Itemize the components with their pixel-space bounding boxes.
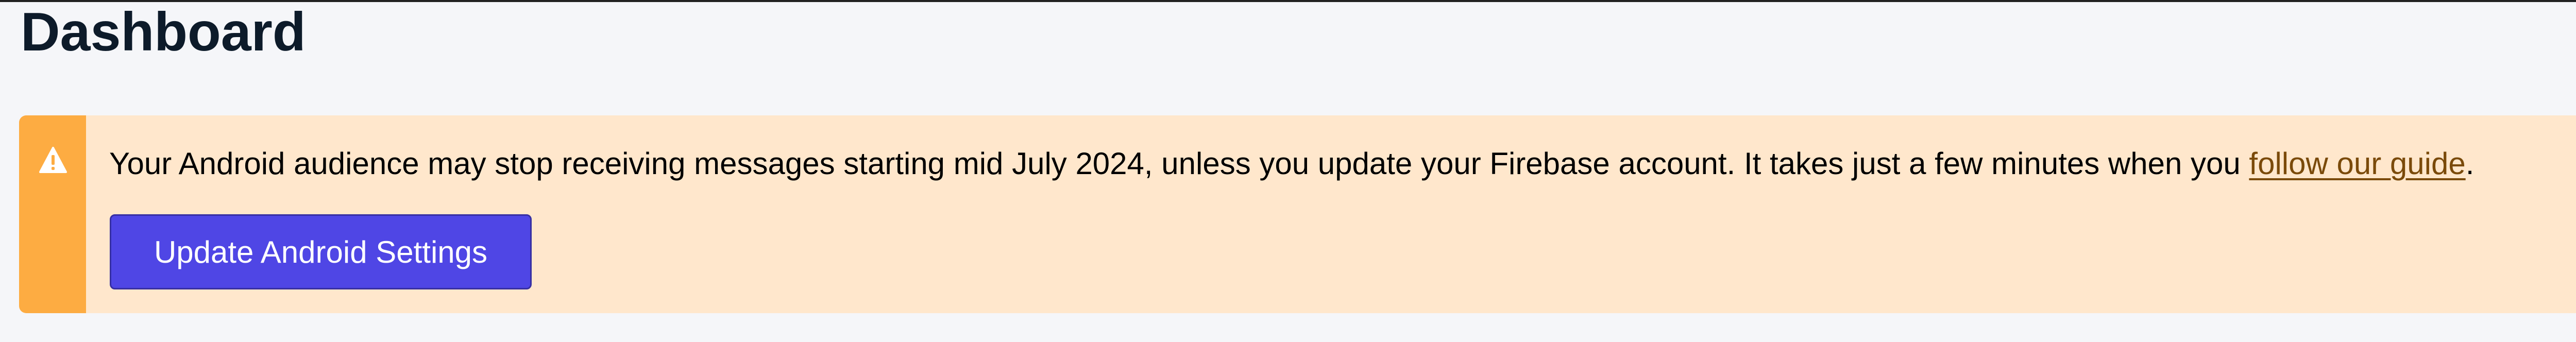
top-border	[0, 0, 2576, 2]
android-warning-alert: Your Android audience may stop receiving…	[19, 115, 2576, 313]
alert-message-text: Your Android audience may stop receiving…	[109, 146, 2249, 181]
update-android-settings-button[interactable]: Update Android Settings	[110, 214, 532, 289]
alert-stripe	[19, 115, 86, 313]
page-title: Dashboard	[21, 2, 306, 62]
follow-guide-link[interactable]: follow our guide	[2249, 146, 2465, 181]
warning-triangle-icon	[39, 147, 67, 173]
alert-message: Your Android audience may stop receiving…	[109, 144, 2474, 183]
alert-message-end: .	[2465, 146, 2475, 181]
